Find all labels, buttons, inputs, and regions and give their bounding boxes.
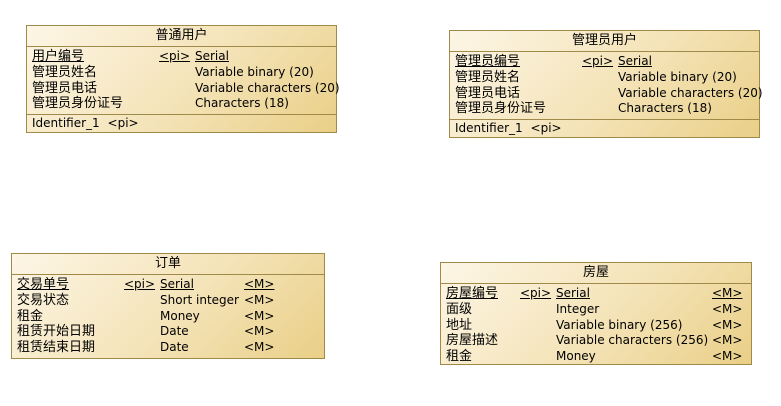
mandatory-marker: <M> bbox=[244, 340, 275, 355]
attribute-name: 管理员电话 bbox=[455, 85, 521, 101]
entity-house[interactable]: 房屋 房屋编号 <pi> Serial <M> 面级 Integer <M> 地… bbox=[440, 262, 752, 365]
identifier-name: Identifier_1 bbox=[32, 116, 100, 131]
identifier-row: Identifier_1 <pi> bbox=[450, 119, 759, 137]
primary-key-marker: <pi> bbox=[124, 277, 156, 291]
attribute-row[interactable]: 管理员身份证号 Characters (18) bbox=[455, 101, 755, 117]
attribute-name: 管理员姓名 bbox=[32, 64, 98, 80]
attribute-name: 租赁开始日期 bbox=[17, 324, 96, 340]
attribute-type: Characters (18) bbox=[195, 96, 289, 111]
attribute-type: Variable binary (20) bbox=[195, 64, 314, 79]
attribute-row[interactable]: 租金 Money <M> bbox=[446, 349, 747, 365]
attribute-type: Serial bbox=[195, 49, 229, 63]
attribute-name: 地址 bbox=[446, 317, 473, 333]
attribute-type: Variable binary (20) bbox=[618, 69, 737, 84]
attribute-type: Characters (18) bbox=[618, 101, 712, 116]
attribute-row[interactable]: 管理员姓名 Variable binary (20) bbox=[455, 70, 755, 86]
entity-title: 普通用户 bbox=[27, 26, 336, 47]
attribute-list: 交易单号 <pi> Serial <M> 交易状态 Short integer … bbox=[12, 275, 324, 358]
attribute-type: Serial bbox=[556, 286, 590, 300]
attribute-row[interactable]: 管理员编号 <pi> Serial bbox=[455, 54, 755, 70]
attribute-row[interactable]: 租赁开始日期 Date <M> bbox=[17, 324, 320, 340]
attribute-type: Variable binary (256) bbox=[556, 317, 683, 332]
attribute-type: Date bbox=[160, 324, 189, 339]
entity-order[interactable]: 订单 交易单号 <pi> Serial <M> 交易状态 Short integ… bbox=[11, 253, 325, 359]
attribute-name: 面级 bbox=[446, 301, 473, 317]
mandatory-marker: <M> bbox=[244, 277, 275, 291]
entity-admin[interactable]: 管理员用户 管理员编号 <pi> Serial 管理员姓名 Variable b… bbox=[449, 30, 763, 138]
attribute-row[interactable]: 管理员姓名 Variable binary (20) bbox=[32, 65, 332, 81]
attribute-name: 管理员编号 bbox=[455, 54, 521, 69]
mandatory-marker: <M> bbox=[712, 317, 743, 332]
attribute-type: Serial bbox=[160, 277, 194, 291]
attribute-type: Variable characters (20) bbox=[195, 80, 340, 95]
attribute-name: 房屋描述 bbox=[446, 333, 499, 349]
primary-key-marker: <pi> bbox=[159, 49, 191, 63]
attribute-name: 租金 bbox=[446, 349, 473, 365]
mandatory-marker: <M> bbox=[244, 324, 275, 339]
mandatory-marker: <M> bbox=[712, 333, 743, 348]
attribute-type: Money bbox=[556, 349, 596, 364]
attribute-type: Variable characters (20) bbox=[618, 85, 763, 100]
primary-key-marker: <pi> bbox=[582, 54, 614, 68]
attribute-row[interactable]: 地址 Variable binary (256) <M> bbox=[446, 318, 747, 334]
attribute-type: Integer bbox=[556, 301, 600, 316]
attribute-row[interactable]: 管理员电话 Variable characters (20) bbox=[32, 80, 340, 97]
attribute-row[interactable]: 房屋编号 <pi> Serial <M> bbox=[446, 286, 747, 302]
attribute-type: Serial bbox=[618, 54, 652, 68]
attribute-name: 租赁结束日期 bbox=[17, 340, 96, 356]
attribute-row[interactable]: 管理员身份证号 Characters (18) bbox=[32, 96, 332, 112]
entity-title: 管理员用户 bbox=[450, 31, 759, 52]
attribute-name: 租金 bbox=[17, 308, 44, 324]
entity-title: 订单 bbox=[12, 254, 324, 275]
identifier-key: <pi> bbox=[530, 121, 562, 136]
mandatory-marker: <M> bbox=[244, 308, 275, 323]
attribute-row[interactable]: 房屋描述 Variable characters (256) <M> bbox=[446, 333, 747, 349]
attribute-row[interactable]: 用户编号 <pi> Serial bbox=[32, 49, 332, 65]
mandatory-marker: <M> bbox=[712, 286, 743, 300]
attribute-name: 交易状态 bbox=[17, 292, 70, 308]
mandatory-marker: <M> bbox=[244, 292, 275, 307]
attribute-type: Date bbox=[160, 340, 189, 355]
entity-user[interactable]: 普通用户 用户编号 <pi> Serial 管理员姓名 Variable bin… bbox=[26, 25, 340, 133]
attribute-type: Money bbox=[160, 308, 200, 323]
attribute-name: 管理员身份证号 bbox=[455, 101, 547, 117]
mandatory-marker: <M> bbox=[712, 301, 743, 316]
mandatory-marker: <M> bbox=[712, 349, 743, 364]
attribute-list: 管理员编号 <pi> Serial 管理员姓名 Variable binary … bbox=[450, 52, 763, 119]
attribute-row[interactable]: 管理员电话 Variable characters (20) bbox=[455, 85, 763, 102]
attribute-name: 用户编号 bbox=[32, 49, 85, 64]
identifier-row: Identifier_1 <pi> bbox=[27, 114, 336, 132]
entity-title: 房屋 bbox=[441, 263, 751, 284]
attribute-row[interactable]: 租赁结束日期 Date <M> bbox=[17, 340, 320, 356]
attribute-name: 房屋编号 bbox=[446, 286, 499, 301]
attribute-list: 用户编号 <pi> Serial 管理员姓名 Variable binary (… bbox=[27, 47, 340, 114]
attribute-name: 管理员姓名 bbox=[455, 69, 521, 85]
attribute-type: Short integer bbox=[160, 292, 239, 307]
primary-key-marker: <pi> bbox=[520, 286, 552, 300]
attribute-row[interactable]: 面级 Integer <M> bbox=[446, 302, 747, 318]
attribute-row[interactable]: 租金 Money <M> bbox=[17, 309, 320, 325]
attribute-row[interactable]: 交易状态 Short integer <M> bbox=[17, 293, 320, 309]
identifier-key: <pi> bbox=[107, 116, 139, 131]
attribute-row[interactable]: 交易单号 <pi> Serial <M> bbox=[17, 277, 320, 293]
identifier-name: Identifier_1 bbox=[455, 121, 523, 136]
attribute-type: Variable characters (256) bbox=[556, 333, 709, 348]
attribute-name: 管理员身份证号 bbox=[32, 96, 124, 112]
attribute-name: 管理员电话 bbox=[32, 80, 98, 96]
attribute-name: 交易单号 bbox=[17, 277, 70, 292]
attribute-list: 房屋编号 <pi> Serial <M> 面级 Integer <M> 地址 V… bbox=[441, 284, 751, 367]
